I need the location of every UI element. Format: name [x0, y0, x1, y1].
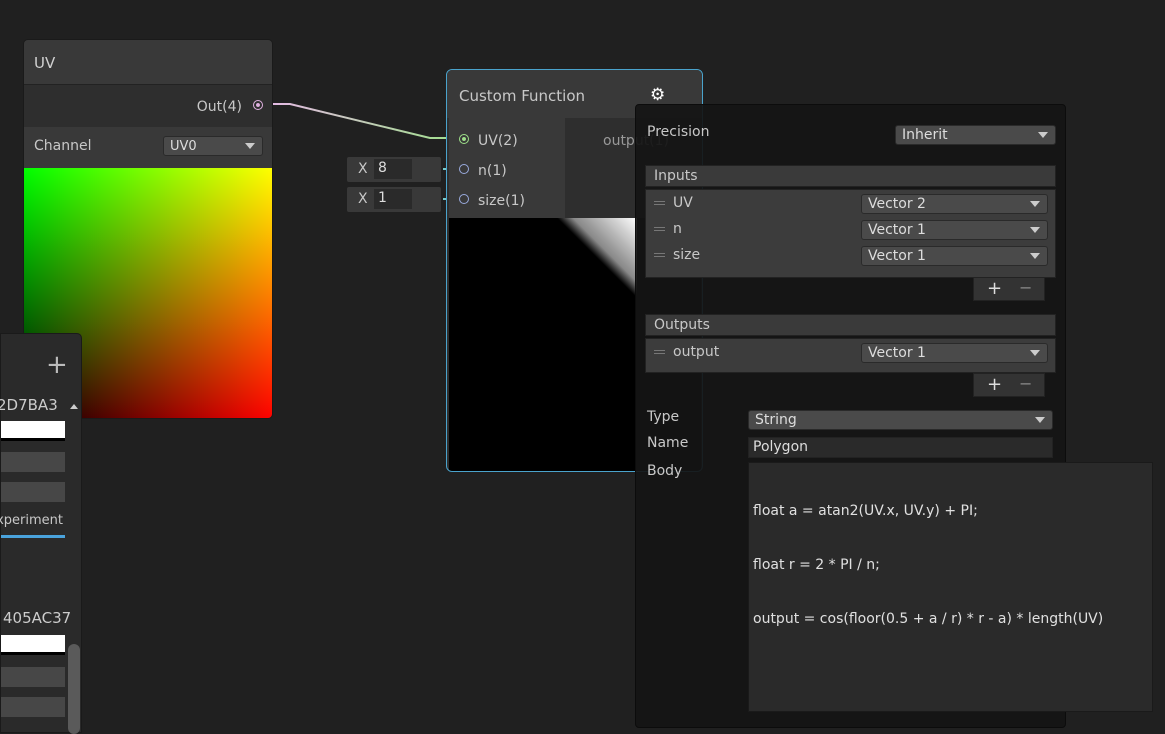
uv-node-title: UV	[24, 40, 272, 84]
inputs-list: UV Vector 2 n Vector 1 size Vector 1	[645, 189, 1056, 278]
item-field[interactable]	[1, 635, 65, 655]
inputs-type-value: Vector 1	[868, 248, 926, 264]
type-dropdown[interactable]: String	[748, 410, 1053, 430]
port-label: UV(2)	[478, 133, 518, 149]
remove-output-button[interactable]: −	[1019, 374, 1032, 393]
chevron-down-icon	[1030, 350, 1040, 356]
value-field[interactable]: 8	[374, 159, 412, 179]
precision-dropdown[interactable]: Inherit	[895, 125, 1056, 145]
scrollbar[interactable]	[68, 644, 80, 734]
name-label: Name	[647, 435, 689, 451]
channel-dropdown[interactable]: UV0	[163, 136, 263, 156]
inputs-row[interactable]: size Vector 1	[646, 242, 1055, 268]
drag-handle-icon[interactable]	[654, 201, 665, 205]
code-line: output = cos(floor(0.5 + a / r) * r - a)…	[753, 611, 1104, 627]
chevron-down-icon	[1030, 201, 1040, 207]
chevron-down-icon	[1038, 132, 1048, 138]
blackboard-panel: + 2D7BA3 xperiment 405AC37	[0, 333, 82, 734]
outputs-add-remove: + −	[973, 373, 1045, 397]
item-label: xperiment	[0, 513, 63, 528]
outputs-row[interactable]: output Vector 1	[646, 339, 1055, 365]
type-value: String	[755, 412, 797, 428]
add-input-button[interactable]: +	[987, 278, 1002, 299]
outputs-type-value: Vector 1	[868, 345, 926, 361]
remove-input-button[interactable]: −	[1019, 278, 1032, 297]
item-id: 2D7BA3	[0, 396, 58, 414]
item-field[interactable]	[1, 697, 65, 717]
inputs-type-value: Vector 1	[868, 222, 926, 238]
code-line: float r = 2 * PI / n;	[753, 557, 880, 573]
add-button[interactable]: +	[46, 350, 68, 380]
port-label: size(1)	[478, 193, 525, 209]
precision-label: Precision	[647, 124, 710, 140]
inputs-header: Inputs	[645, 165, 1056, 187]
inline-input-n[interactable]: X 8	[347, 157, 441, 182]
inputs-type-dropdown[interactable]: Vector 1	[861, 246, 1048, 266]
axis-label: X	[358, 161, 368, 177]
item-id: 405AC37	[3, 609, 72, 627]
inputs-type-dropdown[interactable]: Vector 2	[861, 194, 1048, 214]
scroll-up-icon[interactable]	[70, 404, 78, 409]
out-port[interactable]	[253, 100, 263, 110]
chevron-down-icon	[1035, 417, 1045, 423]
outputs-type-dropdown[interactable]: Vector 1	[861, 343, 1048, 363]
value-field[interactable]: 1	[374, 189, 412, 209]
axis-label: X	[358, 191, 368, 207]
item-field[interactable]	[1, 421, 65, 441]
port-label: n(1)	[478, 163, 507, 179]
inputs-type-value: Vector 2	[868, 196, 926, 212]
item-field[interactable]	[1, 667, 65, 687]
chevron-down-icon	[1030, 253, 1040, 259]
code-line: float a = atan2(UV.x, UV.y) + PI;	[753, 503, 978, 519]
item-field[interactable]	[1, 452, 65, 472]
channel-label: Channel	[34, 138, 92, 154]
inputs-row[interactable]: n Vector 1	[646, 216, 1055, 242]
outputs-list: output Vector 1	[645, 338, 1056, 373]
item-field[interactable]	[1, 482, 65, 502]
chevron-down-icon	[1030, 227, 1040, 233]
gear-icon[interactable]: ⚙	[650, 85, 665, 105]
type-label: Type	[647, 409, 680, 425]
inputs-row[interactable]: UV Vector 2	[646, 190, 1055, 216]
inputs-name: size	[673, 247, 701, 263]
inputs-name: UV	[673, 195, 693, 211]
body-textarea[interactable]: float a = atan2(UV.x, UV.y) + PI; float …	[748, 462, 1153, 712]
inline-input-size[interactable]: X 1	[347, 187, 441, 212]
name-field[interactable]: Polygon	[748, 437, 1053, 458]
channel-value: UV0	[170, 139, 197, 154]
precision-value: Inherit	[902, 127, 948, 143]
chevron-down-icon	[245, 143, 255, 149]
inputs-type-dropdown[interactable]: Vector 1	[861, 220, 1048, 240]
add-output-button[interactable]: +	[987, 374, 1002, 395]
inputs-add-remove: + −	[973, 277, 1045, 301]
outputs-name: output	[673, 344, 720, 360]
drag-handle-icon[interactable]	[654, 227, 665, 231]
outputs-header: Outputs	[645, 314, 1056, 336]
out-port-label: Out(4)	[196, 99, 242, 115]
inputs-name: n	[673, 221, 682, 237]
drag-handle-icon[interactable]	[654, 253, 665, 257]
body-label: Body	[647, 463, 683, 479]
drag-handle-icon[interactable]	[654, 350, 665, 354]
